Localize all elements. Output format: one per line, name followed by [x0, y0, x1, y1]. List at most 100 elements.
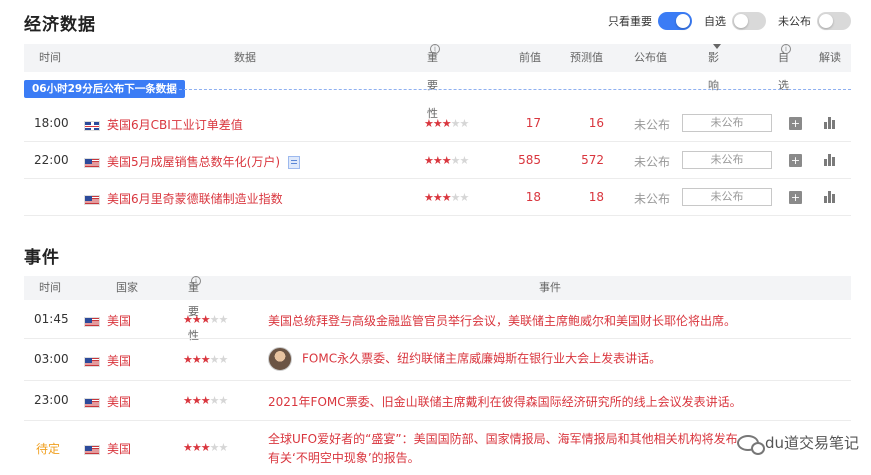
econ-section-title: 经济数据	[24, 15, 96, 35]
econ-actual: 未公布	[634, 155, 671, 169]
econ-indicator[interactable]: 美国6月里奇蒙德联储制造业指数	[84, 190, 283, 207]
event-country-name: 美国	[107, 354, 132, 368]
econ-actual: 未公布	[634, 118, 671, 132]
econ-forecast: 18	[588, 190, 604, 204]
event-country: 美国	[84, 393, 131, 410]
econ-impact-field[interactable]: 未公布	[682, 151, 772, 169]
events-table-header: 时间 国家 重要性 i 事件	[24, 276, 851, 342]
events-section-title: 事件	[24, 248, 60, 268]
econ-actual: 未公布	[634, 192, 671, 206]
document-icon[interactable]	[288, 156, 300, 169]
econ-prev: 17	[525, 116, 541, 130]
econ-forecast: 16	[588, 116, 604, 130]
add-to-watchlist-button[interactable]: +	[789, 191, 802, 204]
importance-stars: ★★★★★	[424, 117, 469, 130]
event-country: 美国	[84, 312, 131, 329]
econ-table-header: 时间 数据 重要性 i 前值 预测值 公布值 影响 自选 i 解读	[24, 44, 851, 120]
econ-time: 22:00	[34, 153, 69, 167]
importance-stars: ★★★★★	[424, 154, 469, 167]
event-row: 01:45 美国 ★★★★★ 美国总统拜登与高级金融监管官员举行会议，美联储主席…	[24, 300, 851, 339]
us-flag-icon	[84, 194, 100, 205]
info-icon[interactable]: i	[191, 276, 201, 286]
event-country-name: 美国	[107, 395, 132, 409]
event-country-name: 美国	[107, 442, 132, 456]
event-content[interactable]: FOMC永久票委、纽约联储主席威廉姆斯在银行业大会上发表讲话。	[268, 347, 661, 371]
econ-row: 美国6月里奇蒙德联储制造业指数 ★★★★★ 18 18 未公布 未公布 +	[24, 179, 851, 216]
event-country: 美国	[84, 352, 131, 369]
col-read: 解读	[819, 51, 841, 64]
next-release-countdown: 06小时29分后公布下一条数据	[24, 80, 851, 98]
watermark: du道交易笔记	[736, 432, 859, 455]
bar-chart-icon[interactable]	[824, 117, 836, 129]
countdown-badge: 06小时29分后公布下一条数据	[24, 80, 185, 98]
toggle-unreleased[interactable]	[817, 12, 851, 30]
toggle-knob	[676, 14, 690, 28]
event-time: 03:00	[34, 352, 69, 366]
us-flag-icon	[84, 444, 100, 455]
event-text: FOMC永久票委、纽约联储主席威廉姆斯在银行业大会上发表讲话。	[302, 351, 662, 366]
event-row: 待定 美国 ★★★★★ 全球UFO爱好者的“盛宴”：美国国防部、国家情报局、海军…	[24, 421, 851, 475]
filter-toggles: 只看重要 自选 未公布	[608, 12, 851, 30]
event-row: 23:00 美国 ★★★★★ 2021年FOMC票委、旧金山联储主席戴利在彼得森…	[24, 381, 851, 421]
wechat-icon	[736, 434, 765, 455]
col-time: 时间	[39, 281, 61, 294]
importance-stars: ★★★★★	[183, 313, 228, 326]
econ-time: 18:00	[34, 116, 69, 130]
col-prev: 前值	[519, 51, 541, 64]
toggle-unreleased-label: 未公布	[778, 15, 811, 28]
add-to-watchlist-button[interactable]: +	[789, 154, 802, 167]
event-time-pending: 待定	[36, 442, 61, 456]
econ-row: 18:00 英国6月CBI工业订单差值 ★★★★★ 17 16 未公布 未公布 …	[24, 104, 851, 142]
us-flag-icon	[84, 157, 100, 168]
econ-impact-field[interactable]: 未公布	[682, 188, 772, 206]
event-text[interactable]: 全球UFO爱好者的“盛宴”：美国国防部、国家情报局、海军情报局和其他相关机构将发…	[268, 430, 738, 447]
event-row: 03:00 美国 ★★★★★ FOMC永久票委、纽约联储主席威廉姆斯在银行业大会…	[24, 339, 851, 381]
event-time: 01:45	[34, 312, 69, 326]
bar-chart-icon[interactable]	[824, 191, 836, 203]
econ-indicator[interactable]: 美国5月成屋销售总数年化(万户)	[84, 153, 300, 170]
caret-down-icon	[713, 44, 721, 49]
info-icon[interactable]: i	[430, 44, 440, 54]
col-forecast: 预测值	[570, 51, 603, 64]
info-icon[interactable]: i	[781, 44, 791, 54]
econ-prev: 585	[518, 153, 541, 167]
countdown-divider	[174, 89, 851, 90]
toggle-important-label: 只看重要	[608, 15, 652, 28]
us-flag-icon	[84, 316, 100, 327]
econ-prev: 18	[525, 190, 541, 204]
event-time: 23:00	[34, 393, 69, 407]
event-country: 美国	[84, 440, 131, 457]
econ-impact-field[interactable]: 未公布	[682, 114, 772, 132]
col-time: 时间	[39, 51, 61, 64]
importance-stars: ★★★★★	[183, 353, 228, 366]
speaker-avatar	[268, 347, 292, 371]
econ-indicator-name: 美国6月里奇蒙德联储制造业指数	[107, 192, 283, 206]
uk-flag-icon	[84, 120, 100, 131]
event-text-continued[interactable]: 有关‘不明空中现象’的报告。	[268, 449, 420, 466]
us-flag-icon	[84, 356, 100, 367]
importance-stars: ★★★★★	[424, 191, 469, 204]
importance-stars: ★★★★★	[183, 441, 228, 454]
importance-stars: ★★★★★	[183, 394, 228, 407]
bar-chart-icon[interactable]	[824, 154, 836, 166]
col-event: 事件	[539, 281, 561, 294]
toggle-watchlist[interactable]	[732, 12, 766, 30]
col-actual: 公布值	[634, 51, 667, 64]
toggle-knob	[819, 14, 833, 28]
econ-indicator-name: 英国6月CBI工业订单差值	[107, 118, 243, 132]
toggle-knob	[734, 14, 748, 28]
toggle-important-only[interactable]	[658, 12, 692, 30]
event-text[interactable]: 2021年FOMC票委、旧金山联储主席戴利在彼得森国际经济研究所的线上会议发表讲…	[268, 393, 742, 410]
watermark-text: du道交易笔记	[764, 434, 859, 452]
econ-row: 22:00 美国5月成屋销售总数年化(万户) ★★★★★ 585 572 未公布…	[24, 142, 851, 179]
col-data: 数据	[234, 51, 256, 64]
col-country: 国家	[116, 281, 138, 294]
event-text[interactable]: 美国总统拜登与高级金融监管官员举行会议，美联储主席鲍威尔和美国财长耶伦将出席。	[268, 312, 736, 329]
econ-indicator-name: 美国5月成屋销售总数年化(万户)	[107, 155, 280, 169]
event-country-name: 美国	[107, 314, 132, 328]
econ-indicator[interactable]: 英国6月CBI工业订单差值	[84, 116, 243, 133]
us-flag-icon	[84, 397, 100, 408]
toggle-watchlist-label: 自选	[704, 15, 726, 28]
add-to-watchlist-button[interactable]: +	[789, 117, 802, 130]
econ-forecast: 572	[581, 153, 604, 167]
